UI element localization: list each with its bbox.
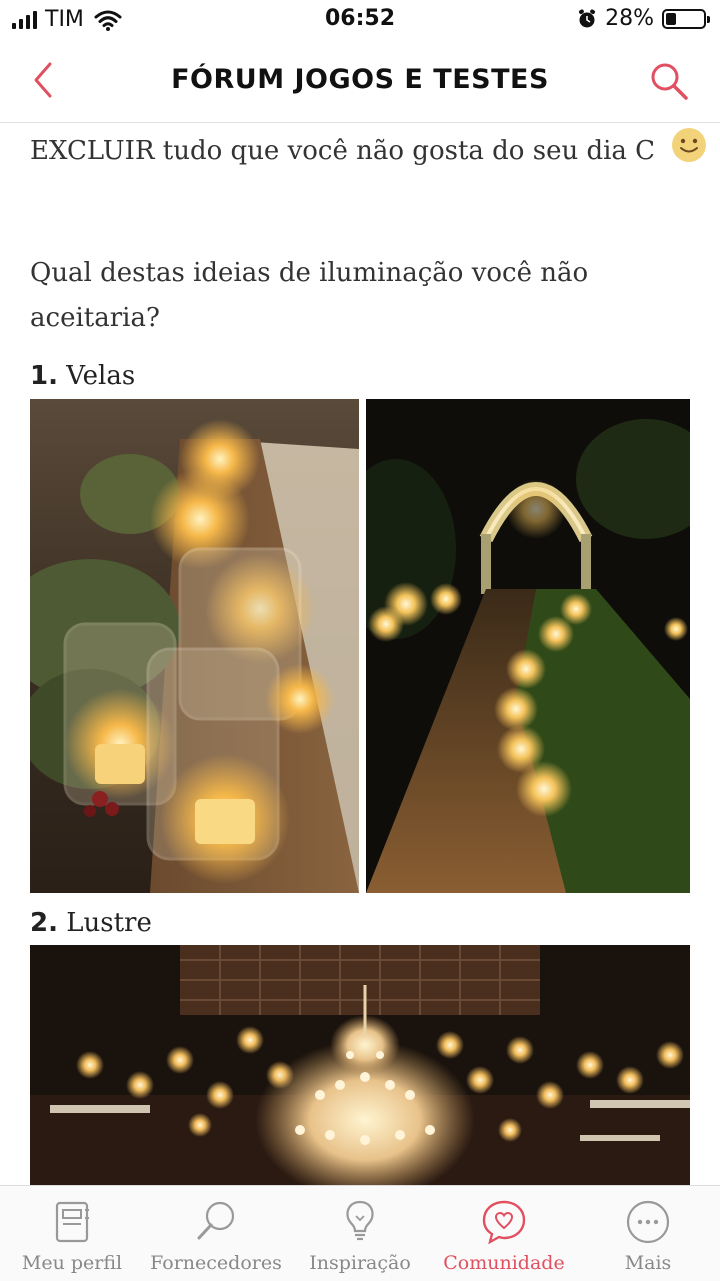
garden-path-lights-photo	[366, 399, 690, 893]
magnifier-icon	[197, 1201, 235, 1240]
chandelier-photo	[30, 945, 690, 1185]
notebook-icon	[55, 1201, 89, 1243]
tab-comunidade[interactable]: Comunidade	[432, 1186, 576, 1281]
tab-inspiracao-label: Inspiração	[309, 1252, 411, 1274]
tab-mais-label: Mais	[624, 1252, 672, 1274]
item-1-label: 1. Velas	[30, 361, 135, 391]
post-content: EXCLUIR tudo que você não gosta do seu d…	[0, 123, 720, 1185]
status-right: 28%	[577, 6, 710, 31]
item-2-label: 2. Lustre	[30, 908, 152, 938]
candle-jars-photo	[30, 399, 359, 893]
item-2-text: Lustre	[66, 908, 152, 938]
heart-chat-icon	[482, 1200, 526, 1245]
search-icon[interactable]	[648, 60, 690, 102]
nav-bar: FÓRUM JOGOS E TESTES	[0, 40, 720, 123]
post-intro-line: EXCLUIR tudo que você não gosta do seu d…	[30, 128, 707, 171]
battery-icon	[662, 8, 710, 29]
item-1-number: 1.	[30, 361, 58, 391]
item-1-text: Velas	[66, 361, 136, 391]
tab-fornecedores-label: Fornecedores	[150, 1252, 282, 1274]
post-intro-text: EXCLUIR tudo que você não gosta do seu d…	[30, 136, 656, 166]
alarm-icon	[579, 9, 596, 27]
battery-percent: 28%	[605, 6, 654, 31]
tab-comunidade-label: Comunidade	[443, 1252, 565, 1274]
tab-meu-perfil-label: Meu perfil	[21, 1252, 123, 1274]
smiley-emoji-icon	[672, 128, 707, 162]
more-dots-icon	[626, 1200, 670, 1244]
tab-meu-perfil[interactable]: Meu perfil	[0, 1186, 144, 1281]
tab-inspiracao[interactable]: Inspiração	[288, 1186, 432, 1281]
status-bar: TIM 06:52 28%	[0, 0, 720, 40]
page-title: FÓRUM JOGOS E TESTES	[171, 64, 549, 95]
tab-fornecedores[interactable]: Fornecedores	[144, 1186, 288, 1281]
post-question-line-1: Qual destas ideias de iluminação você nã…	[30, 258, 589, 288]
lightbulb-icon	[346, 1200, 374, 1241]
item-2-number: 2.	[30, 908, 58, 938]
bottom-tab-bar: Meu perfil Fornecedores Inspiração Comun…	[0, 1185, 720, 1281]
post-question-line-2: aceitaria?	[30, 303, 160, 333]
tab-mais[interactable]: Mais	[576, 1186, 720, 1281]
